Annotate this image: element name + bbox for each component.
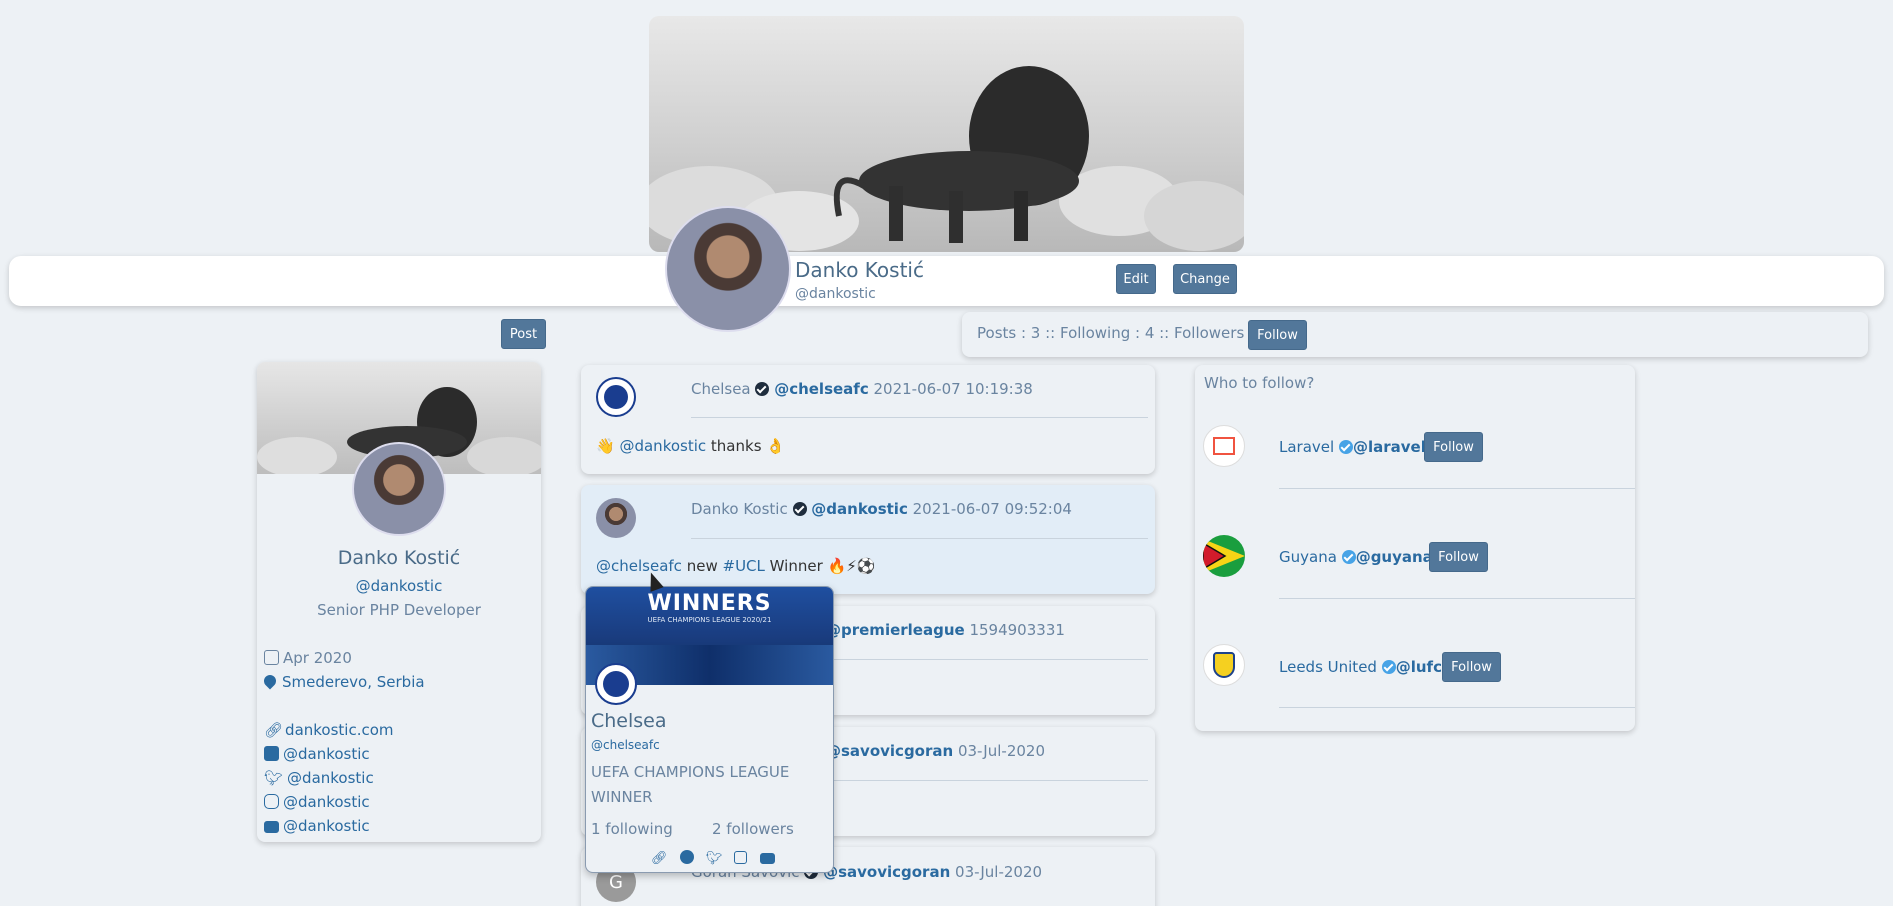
chelsea-avatar[interactable]	[596, 377, 636, 417]
profile-card-avatar[interactable]	[352, 442, 446, 536]
profile-card-title: Senior PHP Developer	[317, 601, 481, 619]
post-divider	[691, 538, 1148, 539]
follow-laravel-button[interactable]: Follow	[1424, 432, 1483, 462]
map-pin-icon	[261, 672, 279, 690]
popup-avatar[interactable]	[595, 663, 637, 705]
link-icon[interactable]: 🔗︎	[651, 851, 668, 866]
suggestion-divider	[1279, 598, 1635, 599]
post-author: @premierleague 1594903331	[826, 621, 1065, 639]
edit-button[interactable]: Edit	[1116, 264, 1156, 294]
twitter-link[interactable]: 🐦︎ @dankostic	[264, 769, 374, 787]
instagram-icon[interactable]	[734, 851, 748, 864]
popup-social-icons: 🔗︎ 🐦︎	[651, 850, 779, 866]
suggestion-name[interactable]: Guyana @guyana	[1279, 548, 1433, 566]
youtube-icon	[264, 821, 279, 833]
post-divider	[691, 417, 1148, 418]
profile-card-name: Danko Kostić	[337, 547, 461, 569]
header-handle: @dankostic	[795, 286, 876, 302]
joined-date: Apr 2020	[264, 649, 352, 667]
post-author: Chelsea @chelseafc 2021-06-07 10:19:38	[691, 380, 1033, 398]
website-link[interactable]: 🔗︎ dankostic.com	[264, 721, 394, 739]
post-author: @savovicgoran 03-Jul-2020	[826, 742, 1045, 760]
verified-icon	[1381, 660, 1396, 674]
twitter-icon: 🐦︎	[264, 769, 284, 787]
guyana-avatar[interactable]	[1203, 535, 1245, 577]
change-button[interactable]: Change	[1173, 264, 1237, 294]
profile-header-bar	[9, 256, 1884, 306]
header-name: Danko Kostić	[795, 258, 924, 282]
twitter-icon[interactable]: 🐦︎	[706, 851, 723, 866]
leeds-avatar[interactable]	[1203, 644, 1245, 686]
post-button[interactable]: Post	[501, 319, 546, 349]
post-body: 👋 @dankostic thanks 👌	[596, 437, 785, 455]
suggestion-divider	[1279, 707, 1635, 708]
facebook-link[interactable]: @dankostic	[264, 745, 370, 763]
stats-text: Posts : 3 :: Following : 4 :: Followers …	[977, 324, 1269, 342]
profile-card-handle[interactable]: @dankostic	[257, 577, 541, 595]
who-to-follow-title: Who to follow?	[1204, 374, 1315, 392]
follow-leeds-button[interactable]: Follow	[1442, 652, 1501, 682]
youtube-link[interactable]: @dankostic	[264, 817, 370, 835]
calendar-icon	[264, 650, 279, 665]
header-avatar[interactable]	[665, 206, 791, 332]
link-icon: 🔗︎	[264, 721, 284, 739]
suggestion-divider	[1279, 488, 1635, 489]
suggestion-name[interactable]: Leeds United @lufc	[1279, 658, 1442, 676]
popup-following[interactable]: 1 following	[591, 820, 673, 838]
post-author: Danko Kostic @dankostic 2021-06-07 09:52…	[691, 500, 1072, 518]
instagram-link[interactable]: @dankostic	[264, 793, 370, 811]
youtube-icon[interactable]	[759, 853, 775, 864]
location: Smederevo, Serbia	[261, 672, 425, 691]
verified-icon	[1341, 550, 1356, 564]
verified-icon	[792, 502, 807, 516]
post-body: @chelseafc new #UCL Winner 🔥⚡⚽	[596, 557, 876, 575]
verified-icon	[755, 382, 770, 396]
popup-followers[interactable]: 2 followers	[712, 820, 794, 838]
follow-button[interactable]: Follow	[1248, 320, 1307, 350]
suggestion-name[interactable]: Laravel @laravel	[1279, 438, 1426, 456]
facebook-icon[interactable]	[679, 850, 694, 864]
facebook-icon	[264, 746, 279, 761]
verified-icon	[1338, 440, 1353, 454]
post-avatar[interactable]	[596, 498, 636, 538]
follow-guyana-button[interactable]: Follow	[1429, 542, 1488, 572]
laravel-avatar[interactable]	[1203, 425, 1245, 467]
popup-handle[interactable]: @chelseafc	[591, 738, 660, 752]
instagram-icon	[264, 794, 279, 809]
popup-bio: UEFA CHAMPIONS LEAGUE WINNER	[591, 763, 790, 806]
popup-name: Chelsea	[591, 710, 667, 732]
